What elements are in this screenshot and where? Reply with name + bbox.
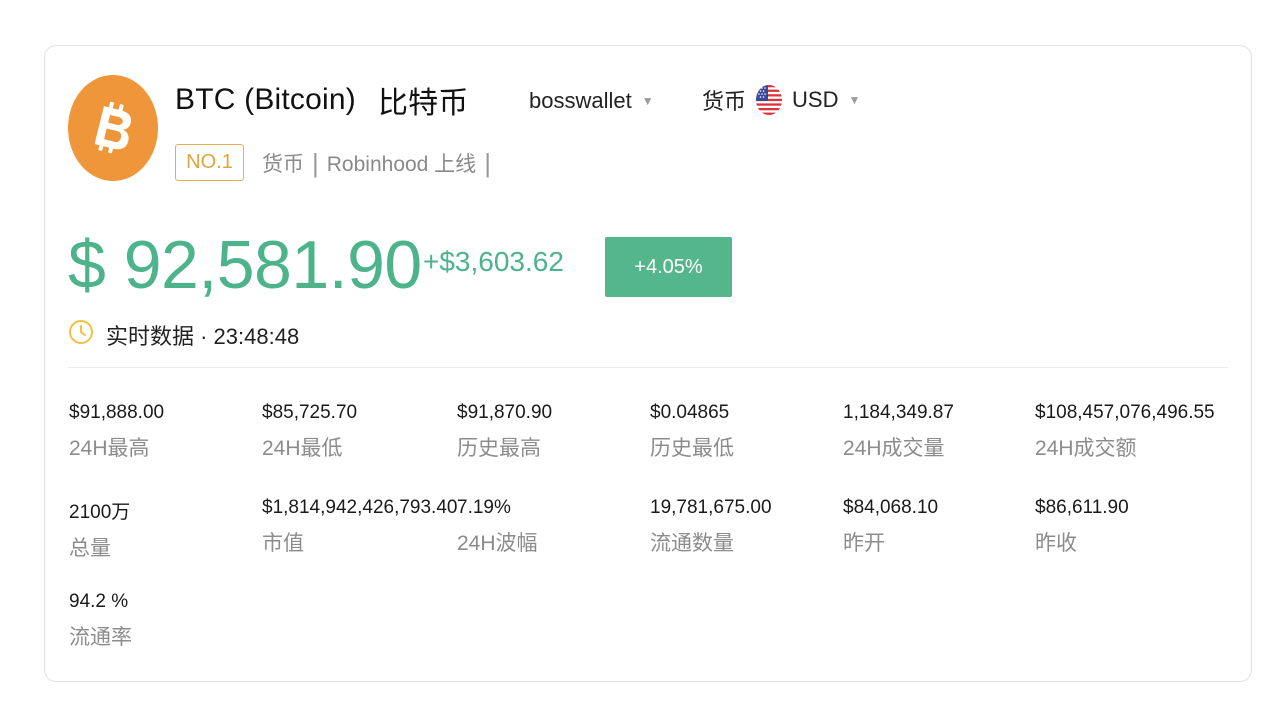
stat-circulation-rate: 94.2 % 流通率: [69, 591, 132, 651]
stat-value: 94.2 %: [69, 591, 129, 612]
currency-select-value: USD: [792, 87, 839, 112]
wallet-select[interactable]: bosswallet ▼: [529, 86, 654, 116]
tag-divider: |: [312, 147, 319, 178]
current-price: $ 92,581.90: [68, 227, 422, 303]
coin-symbol-name: BTC (Bitcoin): [175, 83, 356, 116]
stat-label: 24H最高: [69, 437, 150, 460]
stat-value: $1,814,942,426,793.40: [262, 497, 458, 518]
realtime-status: 实时数据 · 23:48:48: [68, 318, 299, 352]
stat-value: $108,457,076,496.55: [1035, 402, 1215, 423]
stat-value: 7.19%: [457, 497, 511, 518]
stat-label: 昨收: [1035, 532, 1077, 555]
stat-total-supply: 2100万 总量: [69, 497, 130, 562]
stat-24h-high: $91,888.00 24H最高: [69, 402, 164, 462]
stat-all-time-low: $0.04865 历史最低: [650, 402, 734, 462]
stat-value: $0.04865: [650, 402, 730, 423]
stat-value: 19,781,675.00: [650, 497, 772, 518]
stat-24h-turnover: $108,457,076,496.55 24H成交额: [1035, 402, 1215, 462]
section-divider: [68, 367, 1228, 368]
stat-label: 总量: [69, 537, 111, 560]
rank-badge: NO.1: [175, 144, 244, 181]
stat-label: 24H波幅: [457, 532, 538, 555]
currency-select[interactable]: 货币 USD ▼: [702, 84, 860, 116]
realtime-label: 实时数据 · 23:48:48: [106, 324, 300, 349]
tag-currency[interactable]: 货币: [262, 148, 304, 178]
stat-label: 流通率: [69, 626, 132, 649]
coin-title: BTC (Bitcoin) 比特币: [175, 80, 469, 120]
stat-label: 历史最高: [457, 437, 541, 460]
us-flag-icon: [756, 85, 783, 115]
stat-value: 1,184,349.87: [843, 402, 954, 423]
stat-label: 24H最低: [262, 437, 343, 460]
stat-label: 24H成交量: [843, 437, 945, 460]
stat-yesterday-open: $84,068.10 昨开: [843, 497, 938, 557]
price-change-percent-badge: +4.05%: [605, 237, 732, 297]
stat-label: 流通数量: [650, 532, 734, 555]
bitcoin-icon: [68, 75, 158, 181]
stat-value: 2100万: [69, 502, 131, 523]
price-change-absolute: +$3,603.62: [423, 246, 564, 277]
stat-24h-amplitude: 7.19% 24H波幅: [457, 497, 538, 557]
stat-value: $91,888.00: [69, 402, 165, 423]
tag-divider: |: [484, 147, 491, 178]
wallet-select-value: bosswallet: [529, 88, 632, 113]
tag-robinhood[interactable]: Robinhood 上线: [327, 148, 476, 178]
stat-value: $85,725.70: [262, 402, 358, 423]
stat-circulating-supply: 19,781,675.00 流通数量: [650, 497, 772, 557]
stat-label: 24H成交额: [1035, 437, 1137, 460]
stat-24h-volume: 1,184,349.87 24H成交量: [843, 402, 954, 462]
stat-label: 市值: [262, 532, 304, 555]
caret-down-icon: ▼: [641, 94, 654, 108]
stat-value: $91,870.90: [457, 402, 553, 423]
stat-value: $86,611.90: [1035, 497, 1129, 518]
coin-tags: 货币 | Robinhood 上线 |: [262, 146, 491, 180]
stat-label: 昨开: [843, 532, 885, 555]
stat-yesterday-close: $86,611.90 昨收: [1035, 497, 1129, 557]
stat-label: 历史最低: [650, 437, 734, 460]
coin-info-card: [44, 45, 1252, 682]
currency-select-label: 货币: [702, 89, 747, 114]
stat-24h-low: $85,725.70 24H最低: [262, 402, 357, 462]
clock-icon: [68, 319, 94, 351]
caret-down-icon: ▼: [848, 93, 861, 107]
stat-all-time-high: $91,870.90 历史最高: [457, 402, 552, 462]
coin-name-cn: 比特币: [377, 87, 469, 120]
stat-market-cap: $1,814,942,426,793.40 市值: [262, 497, 457, 557]
stat-value: $84,068.10: [843, 497, 939, 518]
